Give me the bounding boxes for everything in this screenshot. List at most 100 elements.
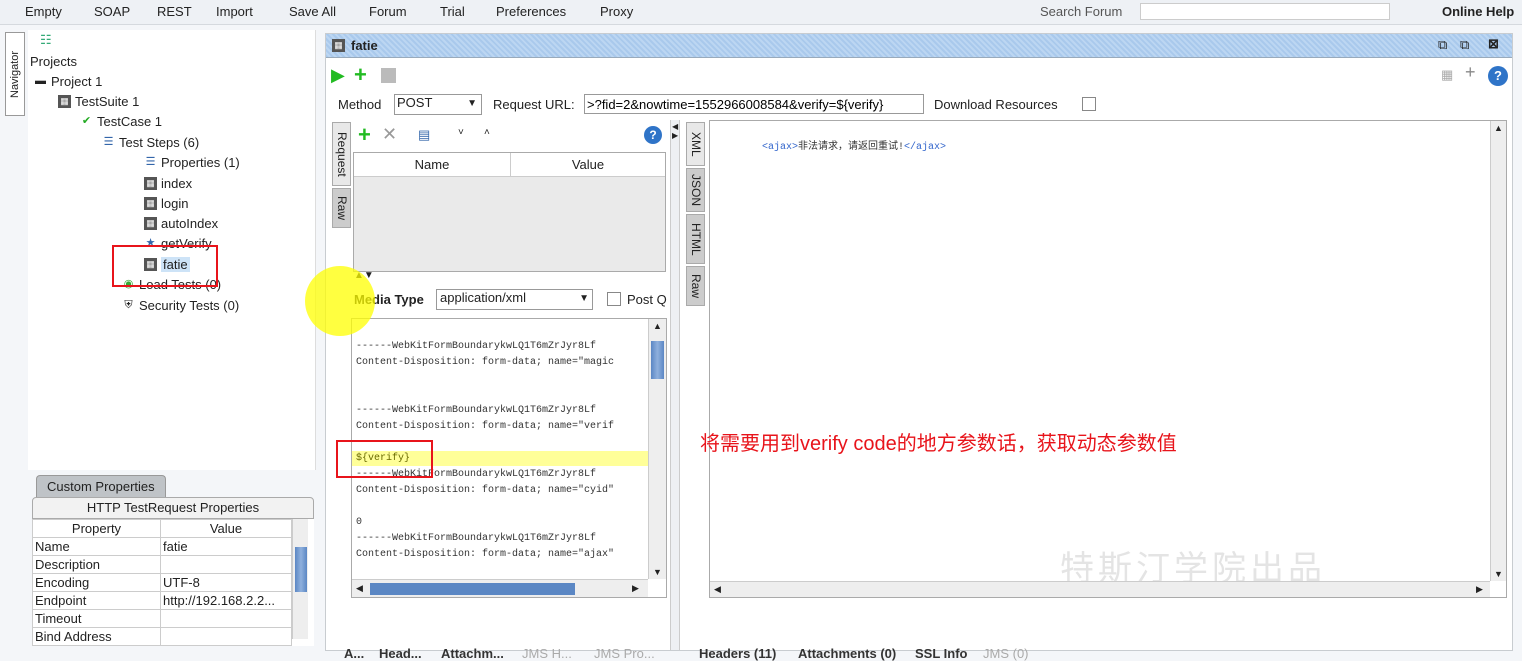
http-step-icon: ▦ [144, 197, 157, 210]
tree-project[interactable]: ▬ Project 1 [34, 74, 102, 89]
property-value[interactable]: http://192.168.2.2... [160, 591, 292, 610]
property-value[interactable] [160, 555, 292, 574]
run-icon[interactable]: ▶ [331, 65, 345, 86]
menu-save-all[interactable]: Save All [289, 4, 336, 19]
property-name: Description [32, 555, 161, 574]
tree-case[interactable]: ✔ TestCase 1 [80, 114, 162, 129]
label: Security Tests (0) [139, 298, 240, 313]
delete-param-icon[interactable]: ✕ [382, 124, 397, 145]
property-value[interactable]: UTF-8 [160, 573, 292, 592]
label: index [161, 176, 193, 191]
tab-resp-attachments[interactable]: Attachments (0) [798, 646, 896, 661]
body-line: Content-Disposition: form-data; name="aj… [356, 549, 615, 560]
method-select[interactable]: POST ▼ [394, 94, 482, 115]
tab-headers[interactable]: Head... [379, 646, 422, 661]
tree-steps[interactable]: ☰ Test Steps (6) [102, 135, 200, 150]
property-row[interactable]: Bind Address [32, 627, 292, 646]
properties-panel: Custom Properties HTTP TestRequest Prope… [32, 475, 314, 651]
pane-splitter[interactable]: ◀ ▶ [670, 120, 680, 650]
plus-icon[interactable]: + [1465, 62, 1476, 83]
post-querystring-checkbox[interactable] [607, 292, 621, 306]
move-up-icon[interactable]: ˄ [484, 127, 490, 138]
property-value[interactable]: fatie [160, 537, 292, 556]
menu-forum[interactable]: Forum [369, 4, 407, 19]
annotation-box-verify [336, 440, 433, 478]
tab-json[interactable]: JSON [686, 168, 705, 212]
response-viewer[interactable]: <ajax>非法请求，请返回重试!</ajax> 特斯汀学院出品 ▲ ▼ ◀ ▶ [709, 120, 1507, 598]
body-vscrollbar[interactable]: ▲ ▼ [648, 319, 666, 579]
media-type-select[interactable]: application/xml ▼ [436, 289, 593, 310]
navigator-tab[interactable]: Navigator [5, 32, 25, 116]
label: Properties (1) [161, 155, 240, 170]
tab-jms-headers[interactable]: JMS H... [522, 646, 572, 661]
media-type-value: application/xml [440, 290, 526, 305]
custom-properties-tab[interactable]: Custom Properties [36, 475, 166, 497]
properties-scrollbar[interactable] [292, 519, 308, 639]
property-value[interactable] [160, 627, 292, 646]
property-value[interactable] [160, 609, 292, 628]
cursor-highlight [305, 266, 375, 336]
body-line: Content-Disposition: form-data; name="ma… [356, 357, 615, 368]
tree-step-login[interactable]: ▦ login [144, 196, 188, 211]
tab-raw[interactable]: Raw [332, 188, 351, 228]
stop-icon[interactable] [381, 68, 396, 83]
tab-request[interactable]: Request [332, 122, 351, 186]
tree-step-autoindex[interactable]: ▦ autoIndex [144, 216, 218, 231]
tree-step-properties[interactable]: ☰ Properties (1) [144, 155, 240, 170]
property-row[interactable]: Description [32, 555, 292, 574]
url-label: Request URL: [493, 97, 575, 112]
tab-resp-headers[interactable]: Headers (11) [699, 646, 776, 661]
minimize-icon[interactable]: ⧉ [1438, 37, 1447, 53]
options-icon[interactable]: ▦ [1441, 67, 1453, 83]
menu-import[interactable]: Import [216, 4, 253, 19]
method-label: Method [338, 97, 382, 112]
col-property: Property [32, 519, 161, 538]
search-input[interactable] [1140, 3, 1390, 20]
tab-xml[interactable]: XML [686, 122, 705, 166]
request-url-input[interactable] [584, 94, 924, 114]
method-value: POST [397, 95, 433, 110]
menu-trial[interactable]: Trial [440, 4, 465, 19]
tree-step-index[interactable]: ▦ index [144, 176, 192, 191]
property-row[interactable]: Endpoint http://192.168.2.2... [32, 591, 292, 610]
tab-ssl-info[interactable]: SSL Info [915, 646, 967, 661]
tab-html[interactable]: HTML [686, 214, 705, 264]
property-row[interactable]: Name fatie [32, 537, 292, 556]
close-icon[interactable]: ⊠ [1488, 36, 1499, 52]
clear-icon[interactable]: ▤ [418, 127, 430, 143]
add-icon[interactable]: + [354, 62, 367, 88]
menu-proxy[interactable]: Proxy [600, 4, 633, 19]
tab-jms[interactable]: JMS (0) [983, 646, 1029, 661]
tab-auth[interactable]: A... [344, 646, 364, 661]
menu-empty[interactable]: Empty [25, 4, 62, 19]
tab-raw-response[interactable]: Raw [686, 266, 705, 306]
steps-icon: ☰ [103, 136, 114, 148]
http-step-icon: ▦ [332, 39, 345, 52]
menu-preferences[interactable]: Preferences [496, 4, 566, 19]
response-hscrollbar[interactable]: ◀ ▶ [710, 581, 1490, 597]
property-row[interactable]: Timeout [32, 609, 292, 628]
chevron-down-icon: ▼ [467, 98, 477, 109]
menu-soap[interactable]: SOAP [94, 4, 130, 19]
property-name: Endpoint [32, 591, 161, 610]
body-line [356, 387, 646, 403]
move-down-icon[interactable]: ˅ [458, 127, 464, 138]
properties-title: HTTP TestRequest Properties [32, 497, 314, 519]
online-help-link[interactable]: Online Help [1442, 4, 1514, 19]
detach-icon[interactable]: ⧉ [1460, 37, 1469, 53]
tab-jms-properties[interactable]: JMS Pro... [594, 646, 655, 661]
help-icon[interactable]: ? [1488, 66, 1508, 86]
col-value: Value [160, 519, 292, 538]
tree-suite[interactable]: ▦ TestSuite 1 [58, 94, 139, 109]
add-param-icon[interactable]: + [358, 122, 371, 148]
tree-toolbar-icon[interactable]: ☷ [40, 32, 52, 48]
download-resources-checkbox[interactable] [1082, 97, 1096, 111]
menu-rest[interactable]: REST [157, 4, 192, 19]
col-name: Name [354, 153, 511, 176]
response-vscrollbar[interactable]: ▲ ▼ [1490, 121, 1506, 581]
property-row[interactable]: Encoding UTF-8 [32, 573, 292, 592]
body-hscrollbar[interactable]: ◀ ▶ [352, 579, 648, 597]
help-icon[interactable]: ? [644, 126, 662, 144]
tree-security-tests[interactable]: ⛨ Security Tests (0) [122, 298, 239, 313]
tab-attachments[interactable]: Attachm... [441, 646, 504, 661]
